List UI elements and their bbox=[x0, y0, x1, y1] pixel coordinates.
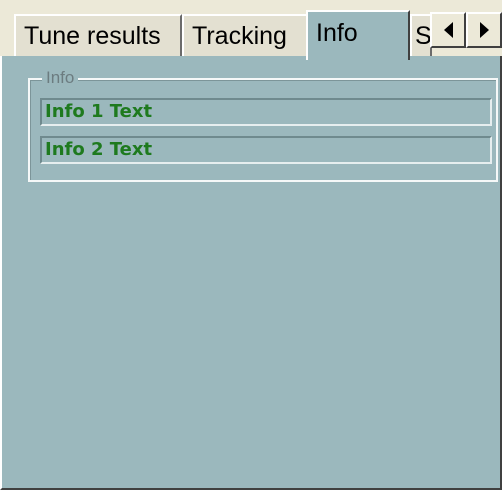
info-groupbox: Info Info 1 Text Info 2 Text bbox=[28, 68, 498, 182]
info-group-legend: Info bbox=[42, 68, 79, 88]
info-1-field: Info 1 Text bbox=[40, 98, 492, 126]
tab-s-partial[interactable]: S bbox=[410, 14, 432, 58]
tab-scroll-buttons bbox=[430, 12, 502, 48]
tab-panel-info: Info Info 1 Text Info 2 Text bbox=[0, 56, 502, 490]
tab-tracking[interactable]: Tracking bbox=[182, 14, 308, 58]
tab-strip: Tune results Tracking Info S bbox=[0, 0, 502, 60]
info-2-field: Info 2 Text bbox=[40, 136, 492, 164]
arrow-right-icon bbox=[479, 22, 489, 38]
tab-tune-results[interactable]: Tune results bbox=[14, 14, 182, 58]
scroll-left-button[interactable] bbox=[430, 12, 466, 48]
scroll-right-button[interactable] bbox=[466, 12, 502, 48]
tab-info[interactable]: Info bbox=[306, 10, 410, 60]
arrow-left-icon bbox=[443, 22, 453, 38]
